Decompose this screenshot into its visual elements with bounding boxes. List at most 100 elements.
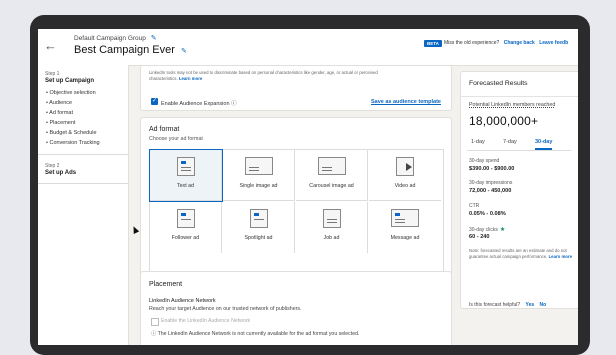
ad-format-subtitle: Choose your ad format xyxy=(149,136,203,142)
potential-reach-value: 18,000,000+ xyxy=(469,114,539,128)
ad-format-title: Ad format xyxy=(149,126,180,133)
audience-network-title: LinkedIn Audience Network xyxy=(149,298,216,304)
tab-30-day[interactable]: 30-day xyxy=(535,139,553,150)
disclaimer-text: LinkedIn tools may not be used to discri… xyxy=(149,70,378,75)
leave-feedback-link[interactable]: Leave feedb xyxy=(539,40,568,46)
forecast-divider xyxy=(461,96,578,97)
format-label: Spotlight ad xyxy=(244,235,273,241)
ad-format-video[interactable]: Video ad xyxy=(369,150,441,201)
note-text: The LinkedIn Audience Network is not cur… xyxy=(157,331,360,337)
ad-format-spotlight[interactable]: Spotlight ad xyxy=(223,202,295,253)
nav-item-placement[interactable]: • Placement xyxy=(46,120,75,126)
nav-label: Placement xyxy=(49,120,76,126)
clicks-value: 60 - 240 xyxy=(469,234,490,240)
forecast-tabs: 1-day 7-day 30-day xyxy=(467,136,571,151)
nav-item-objective[interactable]: • Objective selection xyxy=(46,90,96,96)
campaign-header: ← Default Campaign Group ✎ Best Campaign… xyxy=(38,29,578,66)
forecast-feedback: Is this forecast helpful? Yes No xyxy=(469,302,546,308)
format-label: Message ad xyxy=(390,235,420,241)
star-icon: ★ xyxy=(499,227,506,233)
save-audience-template-link[interactable]: Save as audience template xyxy=(371,99,441,105)
nav-label: Objective selection xyxy=(49,90,96,96)
impressions-value: 72,000 - 450,000 xyxy=(469,188,512,194)
helpful-question: Is this forecast helpful? xyxy=(469,302,521,308)
step-1-label: Step 1 xyxy=(45,71,60,77)
back-arrow-icon[interactable]: ← xyxy=(44,38,57,53)
change-back-link[interactable]: Change back xyxy=(504,40,535,46)
carousel-ad-icon xyxy=(318,157,346,175)
nav-divider xyxy=(38,154,128,155)
helpful-yes-button[interactable]: Yes xyxy=(526,302,535,308)
helpful-no-button[interactable]: No xyxy=(540,302,547,308)
audience-network-note: ⓘ The LinkedIn Audience Network is not c… xyxy=(151,330,359,337)
edit-pencil-icon[interactable]: ✎ xyxy=(151,35,157,42)
info-icon: ⓘ xyxy=(151,331,157,337)
nav-item-conversion[interactable]: • Conversion Tracking xyxy=(46,140,100,146)
tab-7-day[interactable]: 7-day xyxy=(503,139,517,145)
audience-network-desc: Reach your target Audience on our truste… xyxy=(149,306,302,312)
expansion-text: Enable Audience Expansion xyxy=(161,101,230,107)
step-2-title[interactable]: Set up Ads xyxy=(45,170,76,176)
campaign-group-name: Default Campaign Group ✎ xyxy=(74,34,157,42)
info-icon[interactable]: ⓘ xyxy=(231,101,237,107)
ad-format-carousel[interactable]: Carousel image ad xyxy=(296,150,368,201)
nav-label: Ad format xyxy=(49,110,73,116)
nav-label: Conversion Tracking xyxy=(49,140,100,146)
app-screen: ← Default Campaign Group ✎ Best Campaign… xyxy=(38,29,578,345)
ad-format-follower[interactable]: Follower ad xyxy=(150,202,222,253)
impressions-label: 30-day impressions xyxy=(469,180,513,186)
format-label: Job ad xyxy=(323,235,340,241)
message-ad-icon xyxy=(391,209,419,227)
old-experience-bar: Miss the old experience? Change back Lea… xyxy=(444,40,568,46)
spend-label: 30-day spend xyxy=(469,158,500,164)
nav-label: Budget & Schedule xyxy=(49,130,97,136)
placement-card: Placement LinkedIn Audience Network Reac… xyxy=(140,271,452,345)
potential-reach-label: Potential LinkedIn members reached xyxy=(469,102,556,108)
beta-badge: BETA xyxy=(424,40,442,47)
ctr-label: CTR xyxy=(469,203,480,209)
format-label: Video ad xyxy=(394,183,416,189)
clicks-label-text: 30-day clicks xyxy=(469,227,498,233)
job-ad-icon xyxy=(323,209,341,228)
old-experience-text: Miss the old experience? xyxy=(444,40,500,46)
nav-item-ad-format[interactable]: • Ad format xyxy=(46,110,73,116)
forecast-note: Note: forecasted results are an estimate… xyxy=(469,248,577,259)
ctr-value: 0.05% - 0.08% xyxy=(469,211,506,217)
video-ad-icon xyxy=(396,157,414,176)
nav-item-audience[interactable]: • Audience xyxy=(46,100,72,106)
format-label: Text ad xyxy=(176,183,195,189)
nav-label: Audience xyxy=(49,100,73,106)
text-ad-icon xyxy=(177,157,195,176)
single-image-ad-icon xyxy=(245,157,273,175)
disclaimer-text-2: characteristics. xyxy=(149,76,178,81)
format-label: Single image ad xyxy=(239,183,278,189)
clicks-label: 30-day clicks ★ xyxy=(469,226,505,233)
ad-format-single-image[interactable]: Single image ad xyxy=(223,150,295,201)
audience-expansion-label: Enable Audience Expansion ⓘ xyxy=(161,99,237,107)
step-1-title[interactable]: Set up Campaign xyxy=(45,78,94,84)
audience-network-checkbox-label: Enable the LinkedIn Audience Network xyxy=(161,318,251,324)
follower-ad-icon xyxy=(177,209,195,228)
spend-value: $390.00 - $900.00 xyxy=(469,166,515,172)
tab-1-day[interactable]: 1-day xyxy=(471,139,485,145)
audience-network-checkbox[interactable] xyxy=(151,318,159,326)
campaign-title: Best Campaign Ever ✎ xyxy=(74,44,187,56)
format-label: Follower ad xyxy=(171,235,200,241)
edit-pencil-icon[interactable]: ✎ xyxy=(181,48,187,55)
nav-divider xyxy=(38,183,128,184)
placement-title: Placement xyxy=(149,281,183,288)
audience-card: LinkedIn tools may not be used to discri… xyxy=(140,65,452,111)
forecast-panel: Forecasted Results Potential LinkedIn me… xyxy=(460,71,578,309)
forecast-learn-more-link[interactable]: Learn more xyxy=(549,254,572,259)
steps-sidebar: Step 1 Set up Campaign • Objective selec… xyxy=(38,65,129,345)
format-label: Carousel image ad xyxy=(309,183,354,189)
nav-item-budget[interactable]: • Budget & Schedule xyxy=(46,130,97,136)
forecast-title: Forecasted Results xyxy=(469,80,528,87)
ad-format-job[interactable]: Job ad xyxy=(296,202,368,253)
step-2-label: Step 2 xyxy=(45,163,60,169)
ad-format-message[interactable]: Message ad xyxy=(369,202,441,253)
group-label: Default Campaign Group xyxy=(74,35,146,42)
learn-more-link[interactable]: Learn more xyxy=(179,76,202,81)
ad-format-text[interactable]: Text ad xyxy=(149,149,223,202)
audience-expansion-checkbox[interactable]: ✓ xyxy=(151,98,158,105)
